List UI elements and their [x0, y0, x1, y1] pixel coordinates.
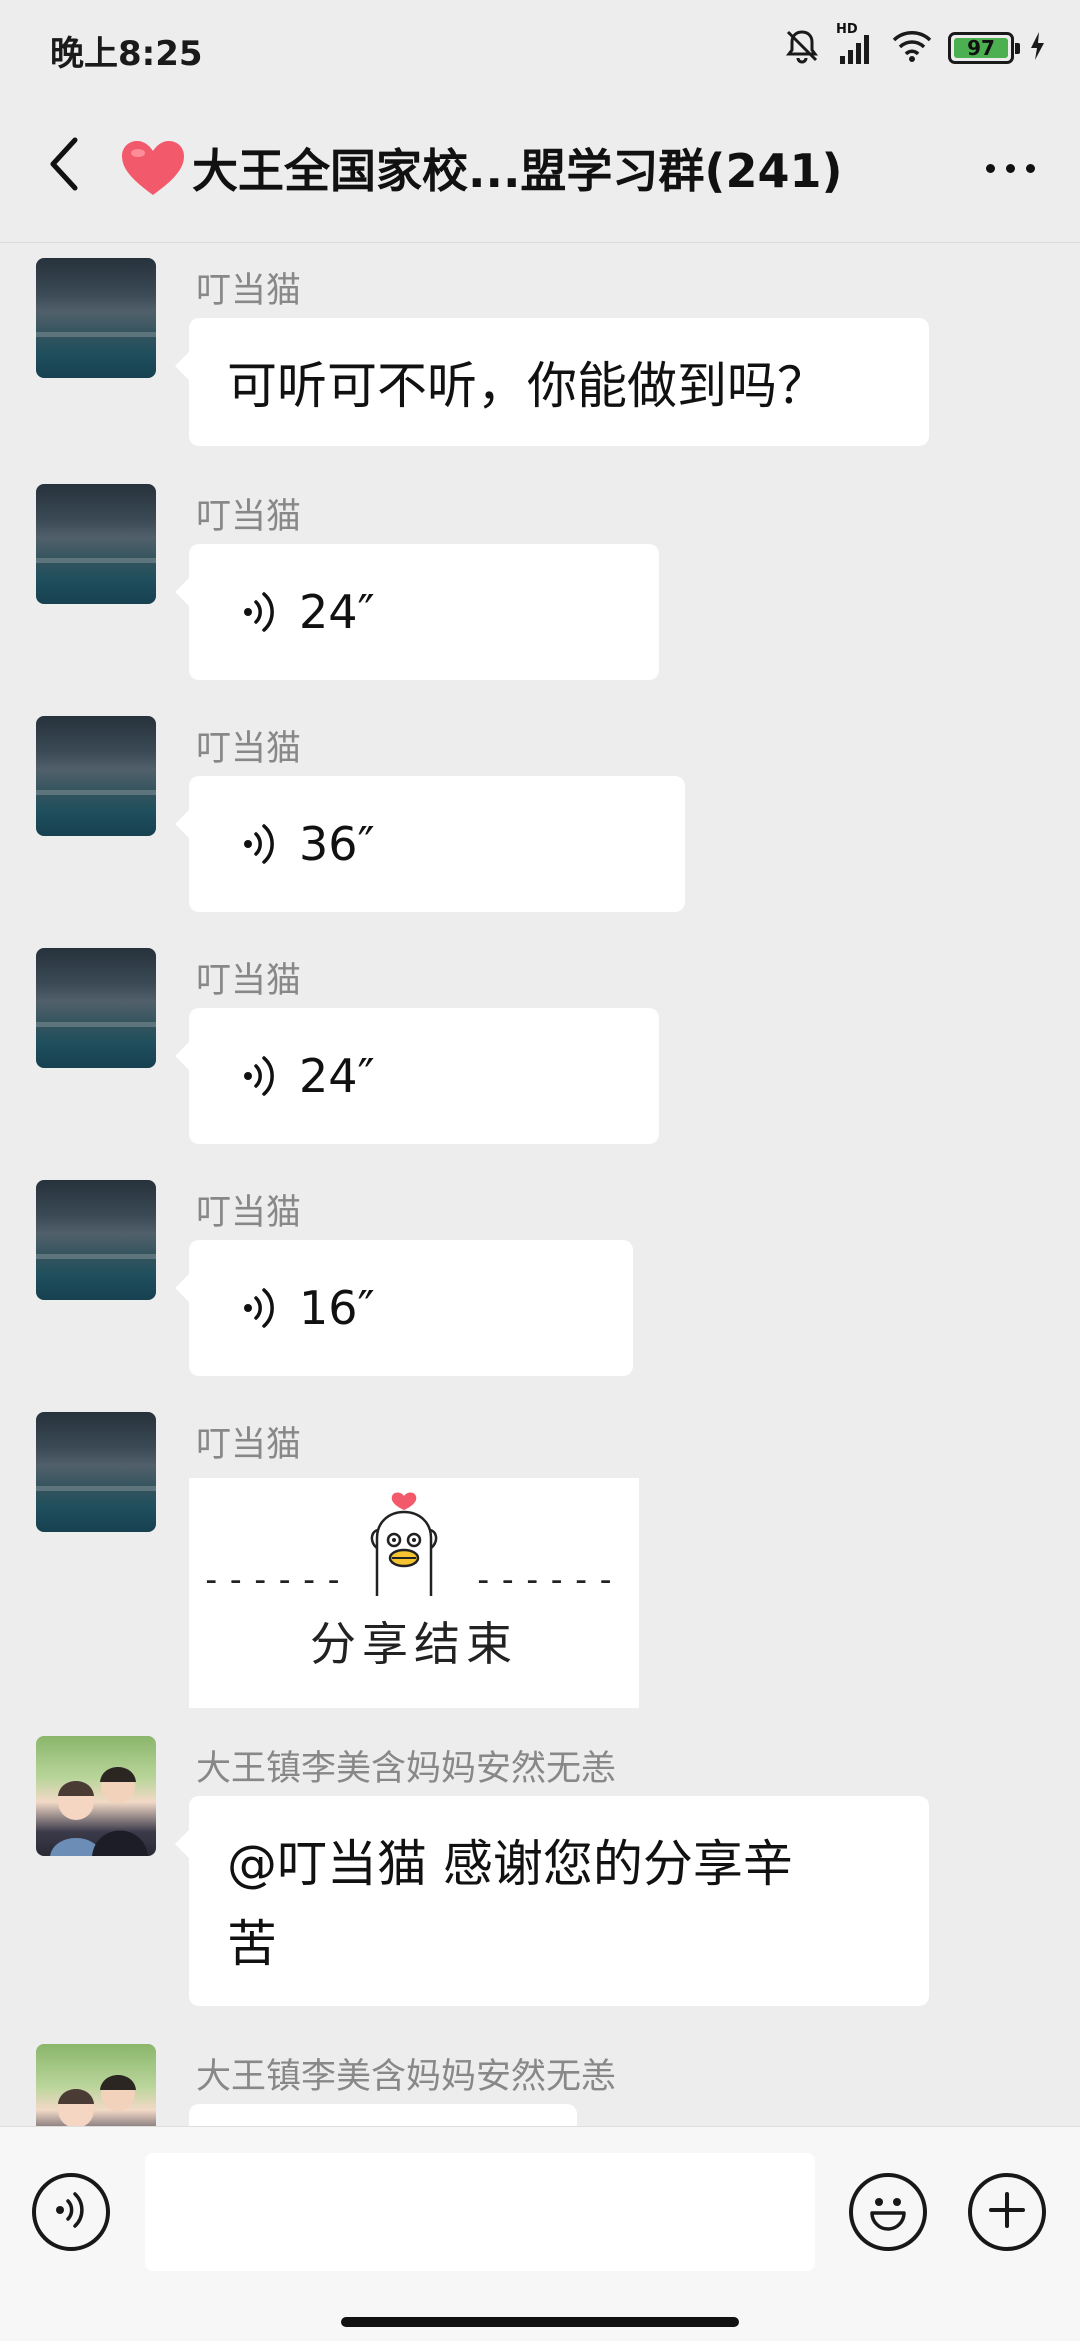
- charging-icon: [1028, 30, 1046, 66]
- back-button[interactable]: [34, 136, 94, 196]
- more-icon: [985, 163, 995, 173]
- avatar[interactable]: [36, 716, 156, 836]
- voice-input-icon: [54, 2190, 88, 2234]
- sender-name: 大王镇李美含妈妈安然无恙: [196, 2057, 617, 2097]
- signal-icon: HD: [836, 22, 876, 66]
- voice-message-bubble[interactable]: 24″: [175, 544, 659, 680]
- text-bubble[interactable]: @叮当猫 感谢您的分享辛 苦: [175, 1796, 929, 2006]
- text-bubble[interactable]: 可听可不听，你能做到吗？: [175, 318, 929, 446]
- voice-wave-icon: [243, 822, 277, 866]
- emoji-icon: [860, 2182, 916, 2242]
- wifi-icon: [890, 28, 934, 68]
- emoji-button[interactable]: [849, 2173, 927, 2251]
- sender-name: 叮当猫: [196, 1193, 302, 1233]
- voice-message-bubble[interactable]: 16″: [175, 1240, 633, 1376]
- back-arrow-icon: [47, 136, 81, 196]
- voice-wave-icon: [243, 1054, 277, 1098]
- voice-duration: 36″: [299, 817, 375, 871]
- status-icons: HD 97: [782, 22, 1046, 70]
- input-bar: [0, 2126, 1080, 2341]
- sender-name: 大王镇李美含妈妈安然无恙: [196, 1749, 617, 1789]
- voice-duration: 16″: [299, 1281, 375, 1335]
- plus-icon: [985, 2188, 1029, 2236]
- sticker-caption: 分享结束: [310, 1617, 518, 1671]
- heart-icon: [120, 139, 186, 197]
- duck-sticker-icon: [359, 1492, 449, 1606]
- voice-wave-icon: [243, 1286, 277, 1330]
- voice-message-bubble[interactable]: 36″: [175, 776, 685, 912]
- sender-name: 叮当猫: [196, 1425, 302, 1465]
- avatar[interactable]: [36, 258, 156, 378]
- avatar[interactable]: [36, 1736, 156, 1856]
- avatar[interactable]: [36, 484, 156, 604]
- voice-duration: 24″: [299, 1049, 375, 1103]
- sticker-message[interactable]: ------ ------ 分享结束: [189, 1478, 639, 1708]
- message-input[interactable]: [145, 2153, 815, 2271]
- status-bar: 晚上8:25 HD 97: [0, 0, 1080, 96]
- chat-header: 大王全国家校...盟学习群(241): [0, 96, 1080, 243]
- chat-title-text: 大王全国家校...盟学习群(241): [192, 144, 843, 198]
- voice-input-button[interactable]: [32, 2173, 110, 2251]
- mute-bell-icon: [782, 26, 822, 70]
- sender-name: 叮当猫: [196, 729, 302, 769]
- sender-name: 叮当猫: [196, 961, 302, 1001]
- family-photo-icon: [50, 1767, 148, 1856]
- sticker-dashes-right: ------: [473, 1560, 620, 1600]
- message-text-line: @叮当猫 感谢您的分享辛: [227, 1835, 793, 1893]
- hd-label: HD: [836, 22, 858, 37]
- voice-message-bubble[interactable]: 24″: [175, 1008, 659, 1144]
- sender-name: 叮当猫: [196, 271, 302, 311]
- home-indicator[interactable]: [341, 2317, 739, 2327]
- status-time: 晚上8:25: [50, 34, 203, 74]
- sender-name: 叮当猫: [196, 497, 302, 537]
- message-text: 可听可不听，你能做到吗？: [227, 357, 827, 415]
- message-text-line: 苦: [227, 1915, 277, 1973]
- more-actions-button[interactable]: [968, 2173, 1046, 2251]
- voice-duration: 24″: [299, 585, 375, 639]
- voice-wave-icon: [243, 590, 277, 634]
- avatar[interactable]: [36, 948, 156, 1068]
- more-button[interactable]: [970, 140, 1050, 196]
- avatar[interactable]: [36, 1412, 156, 1532]
- sticker-dashes-left: ------: [201, 1560, 348, 1600]
- battery-level: 97: [954, 36, 1008, 60]
- chat-title: 大王全国家校...盟学习群(241): [120, 136, 910, 200]
- battery-icon: 97: [948, 32, 1020, 64]
- avatar[interactable]: [36, 1180, 156, 1300]
